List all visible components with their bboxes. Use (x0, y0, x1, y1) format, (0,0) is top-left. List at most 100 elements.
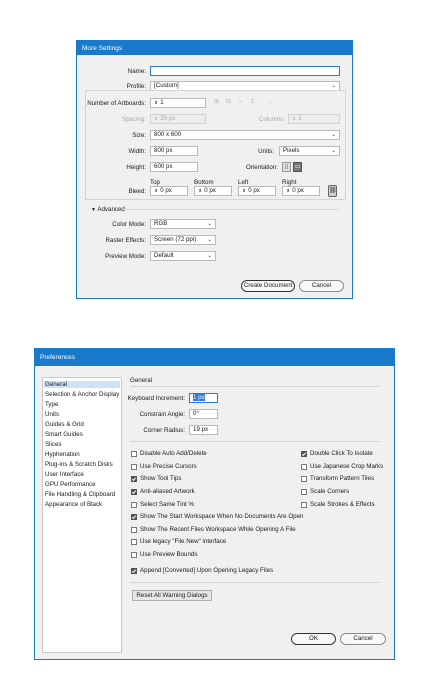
checkbox-label[interactable]: Show The Start Workspace When No Documen… (140, 513, 303, 520)
sidebar-item[interactable]: Slices (45, 441, 62, 448)
sidebar-item[interactable]: File Handling & Clipboard (45, 491, 115, 498)
columns-label: Columns: (258, 116, 285, 123)
sidebar-item[interactable]: GPU Performance (45, 481, 96, 488)
size-value: 800 x 600 (154, 131, 182, 138)
checkbox-label[interactable]: Use Precise Cursors (140, 463, 197, 470)
sidebar-item[interactable]: General (44, 381, 120, 388)
right-to-left-icon[interactable]: → (265, 98, 274, 107)
size-select[interactable]: 800 x 600 ⌄ (150, 130, 340, 140)
raster-effects-value: Screen (72 ppi) (154, 236, 197, 243)
sidebar-item[interactable]: Appearance of Black (45, 501, 102, 508)
checkbox-label[interactable]: Scale Corners (310, 488, 349, 495)
color-mode-select[interactable]: RGB ⌄ (150, 219, 216, 229)
sidebar-item[interactable]: Units (45, 411, 59, 418)
checkbox[interactable] (131, 489, 137, 495)
orientation-label: Orientation: (246, 164, 278, 171)
checkbox[interactable] (131, 476, 137, 482)
checkbox-label[interactable]: Show The Recent Files Workspace While Op… (140, 526, 296, 533)
bleed-left-field[interactable]: ⬍ 0 px (238, 186, 276, 196)
landscape-icon[interactable]: ▭ (293, 162, 302, 172)
chevron-down-icon: ⌄ (331, 148, 336, 154)
checkbox-label[interactable]: Double Click To Isolate (310, 450, 373, 457)
spinner-icon[interactable]: ⬍ (286, 187, 290, 194)
checkbox[interactable] (301, 502, 307, 508)
checkbox-label[interactable]: Transform Pattern Tiles (310, 475, 374, 482)
spinner-icon[interactable]: ⬍ (242, 187, 246, 194)
more-settings-titlebar: More Settings (77, 41, 352, 55)
checkbox[interactable] (301, 464, 307, 470)
checkbox-label[interactable]: Use legacy "File New" interface (140, 538, 226, 545)
bleed-bottom-value: 0 px (204, 187, 216, 194)
artboards-field[interactable]: ⬍ 1 (150, 98, 206, 108)
checkbox[interactable] (131, 568, 137, 574)
advanced-separator (123, 209, 339, 210)
bleed-bottom-label: Bottom (194, 179, 214, 186)
sidebar-item[interactable]: Type (45, 401, 58, 408)
ok-button[interactable]: OK (291, 633, 336, 645)
sidebar-item[interactable]: Smart Guides (45, 431, 83, 438)
sidebar-item[interactable]: User Interface (45, 471, 84, 478)
arrange-by-column-icon[interactable]: ⇕ (248, 98, 257, 107)
spinner-icon: ⬍ (292, 116, 297, 122)
reset-warning-dialogs-button[interactable]: Reset All Warning Dialogs (132, 590, 212, 601)
bleed-top-field[interactable]: ⬍ 0 px (150, 186, 188, 196)
sidebar-item[interactable]: Selection & Anchor Display (45, 391, 119, 398)
cancel-button[interactable]: Cancel (340, 633, 386, 645)
checkbox[interactable] (131, 451, 137, 457)
bleed-top-label: Top (150, 179, 160, 186)
link-bleed-icon[interactable]: ⛓ (328, 185, 337, 197)
keyboard-increment-label: Keyboard Increment: (127, 395, 185, 402)
checkbox-label[interactable]: Anti-aliased Artwork (140, 488, 195, 495)
units-select[interactable]: Pixels ⌄ (279, 146, 340, 156)
bleed-right-field[interactable]: ⬍ 0 px (282, 186, 320, 196)
checkbox[interactable] (131, 539, 137, 545)
bleed-left-label: Left (238, 179, 249, 186)
name-field[interactable] (150, 66, 340, 76)
constrain-angle-field[interactable]: 0° (189, 409, 218, 419)
height-field[interactable]: 600 px (150, 162, 198, 172)
triangle-down-icon: ▼ (91, 207, 96, 213)
preview-mode-select[interactable]: Default ⌄ (150, 251, 216, 261)
checkbox[interactable] (131, 464, 137, 470)
units-value: Pixels (283, 147, 300, 154)
chevron-down-icon: ⌄ (207, 221, 212, 227)
width-field[interactable]: 800 px (150, 146, 198, 156)
grid-by-row-icon[interactable]: ⊞ (212, 98, 221, 107)
width-label: Width: (128, 148, 146, 155)
portrait-icon[interactable]: ▯ (282, 162, 291, 172)
checkbox[interactable] (131, 514, 137, 520)
more-settings-title: More Settings (82, 45, 123, 52)
arrange-by-row-icon[interactable]: ⇔ (236, 98, 245, 107)
checkbox-label[interactable]: Show Tool Tips (140, 475, 182, 482)
checkbox[interactable] (301, 476, 307, 482)
raster-effects-select[interactable]: Screen (72 ppi) ⌄ (150, 235, 216, 245)
spinner-icon[interactable]: ⬍ (154, 99, 158, 106)
checkbox-label[interactable]: Append [Converted] Upon Opening Legacy F… (140, 567, 273, 574)
spacing-label: Spacing: (121, 116, 146, 123)
advanced-toggle[interactable]: ▼ Advanced (91, 206, 125, 213)
height-label: Height: (126, 164, 146, 171)
bleed-right-label: Right (282, 179, 297, 186)
checkbox[interactable] (131, 552, 137, 558)
grid-by-column-icon[interactable]: ⊟ (224, 98, 233, 107)
preferences-sidebar: General Selection & Anchor Display Type Uni… (42, 377, 122, 653)
spinner-icon[interactable]: ⬍ (198, 187, 202, 194)
sidebar-item[interactable]: Guides & Grid (45, 421, 84, 428)
keyboard-increment-field[interactable]: 1 px (189, 393, 218, 403)
checkbox-label[interactable]: Select Same Tint % (140, 501, 194, 508)
cancel-button[interactable]: Cancel (299, 280, 344, 292)
checkbox-label[interactable]: Scale Strokes & Effects (310, 501, 375, 508)
sidebar-item[interactable]: Hyphenation (45, 451, 80, 458)
checkbox-label[interactable]: Disable Auto Add/Delete (140, 450, 207, 457)
checkbox[interactable] (131, 527, 137, 533)
checkbox[interactable] (131, 502, 137, 508)
corner-radius-field[interactable]: 19 px (189, 425, 218, 435)
bleed-bottom-field[interactable]: ⬍ 0 px (194, 186, 232, 196)
spinner-icon[interactable]: ⬍ (154, 187, 158, 194)
checkbox-label[interactable]: Use Japanese Crop Marks (310, 463, 383, 470)
checkbox[interactable] (301, 489, 307, 495)
checkbox-label[interactable]: Use Preview Bounds (140, 551, 197, 558)
checkbox[interactable] (301, 451, 307, 457)
create-document-button[interactable]: Create Document (241, 280, 295, 292)
sidebar-item[interactable]: Plug-ins & Scratch Disks (45, 461, 113, 468)
